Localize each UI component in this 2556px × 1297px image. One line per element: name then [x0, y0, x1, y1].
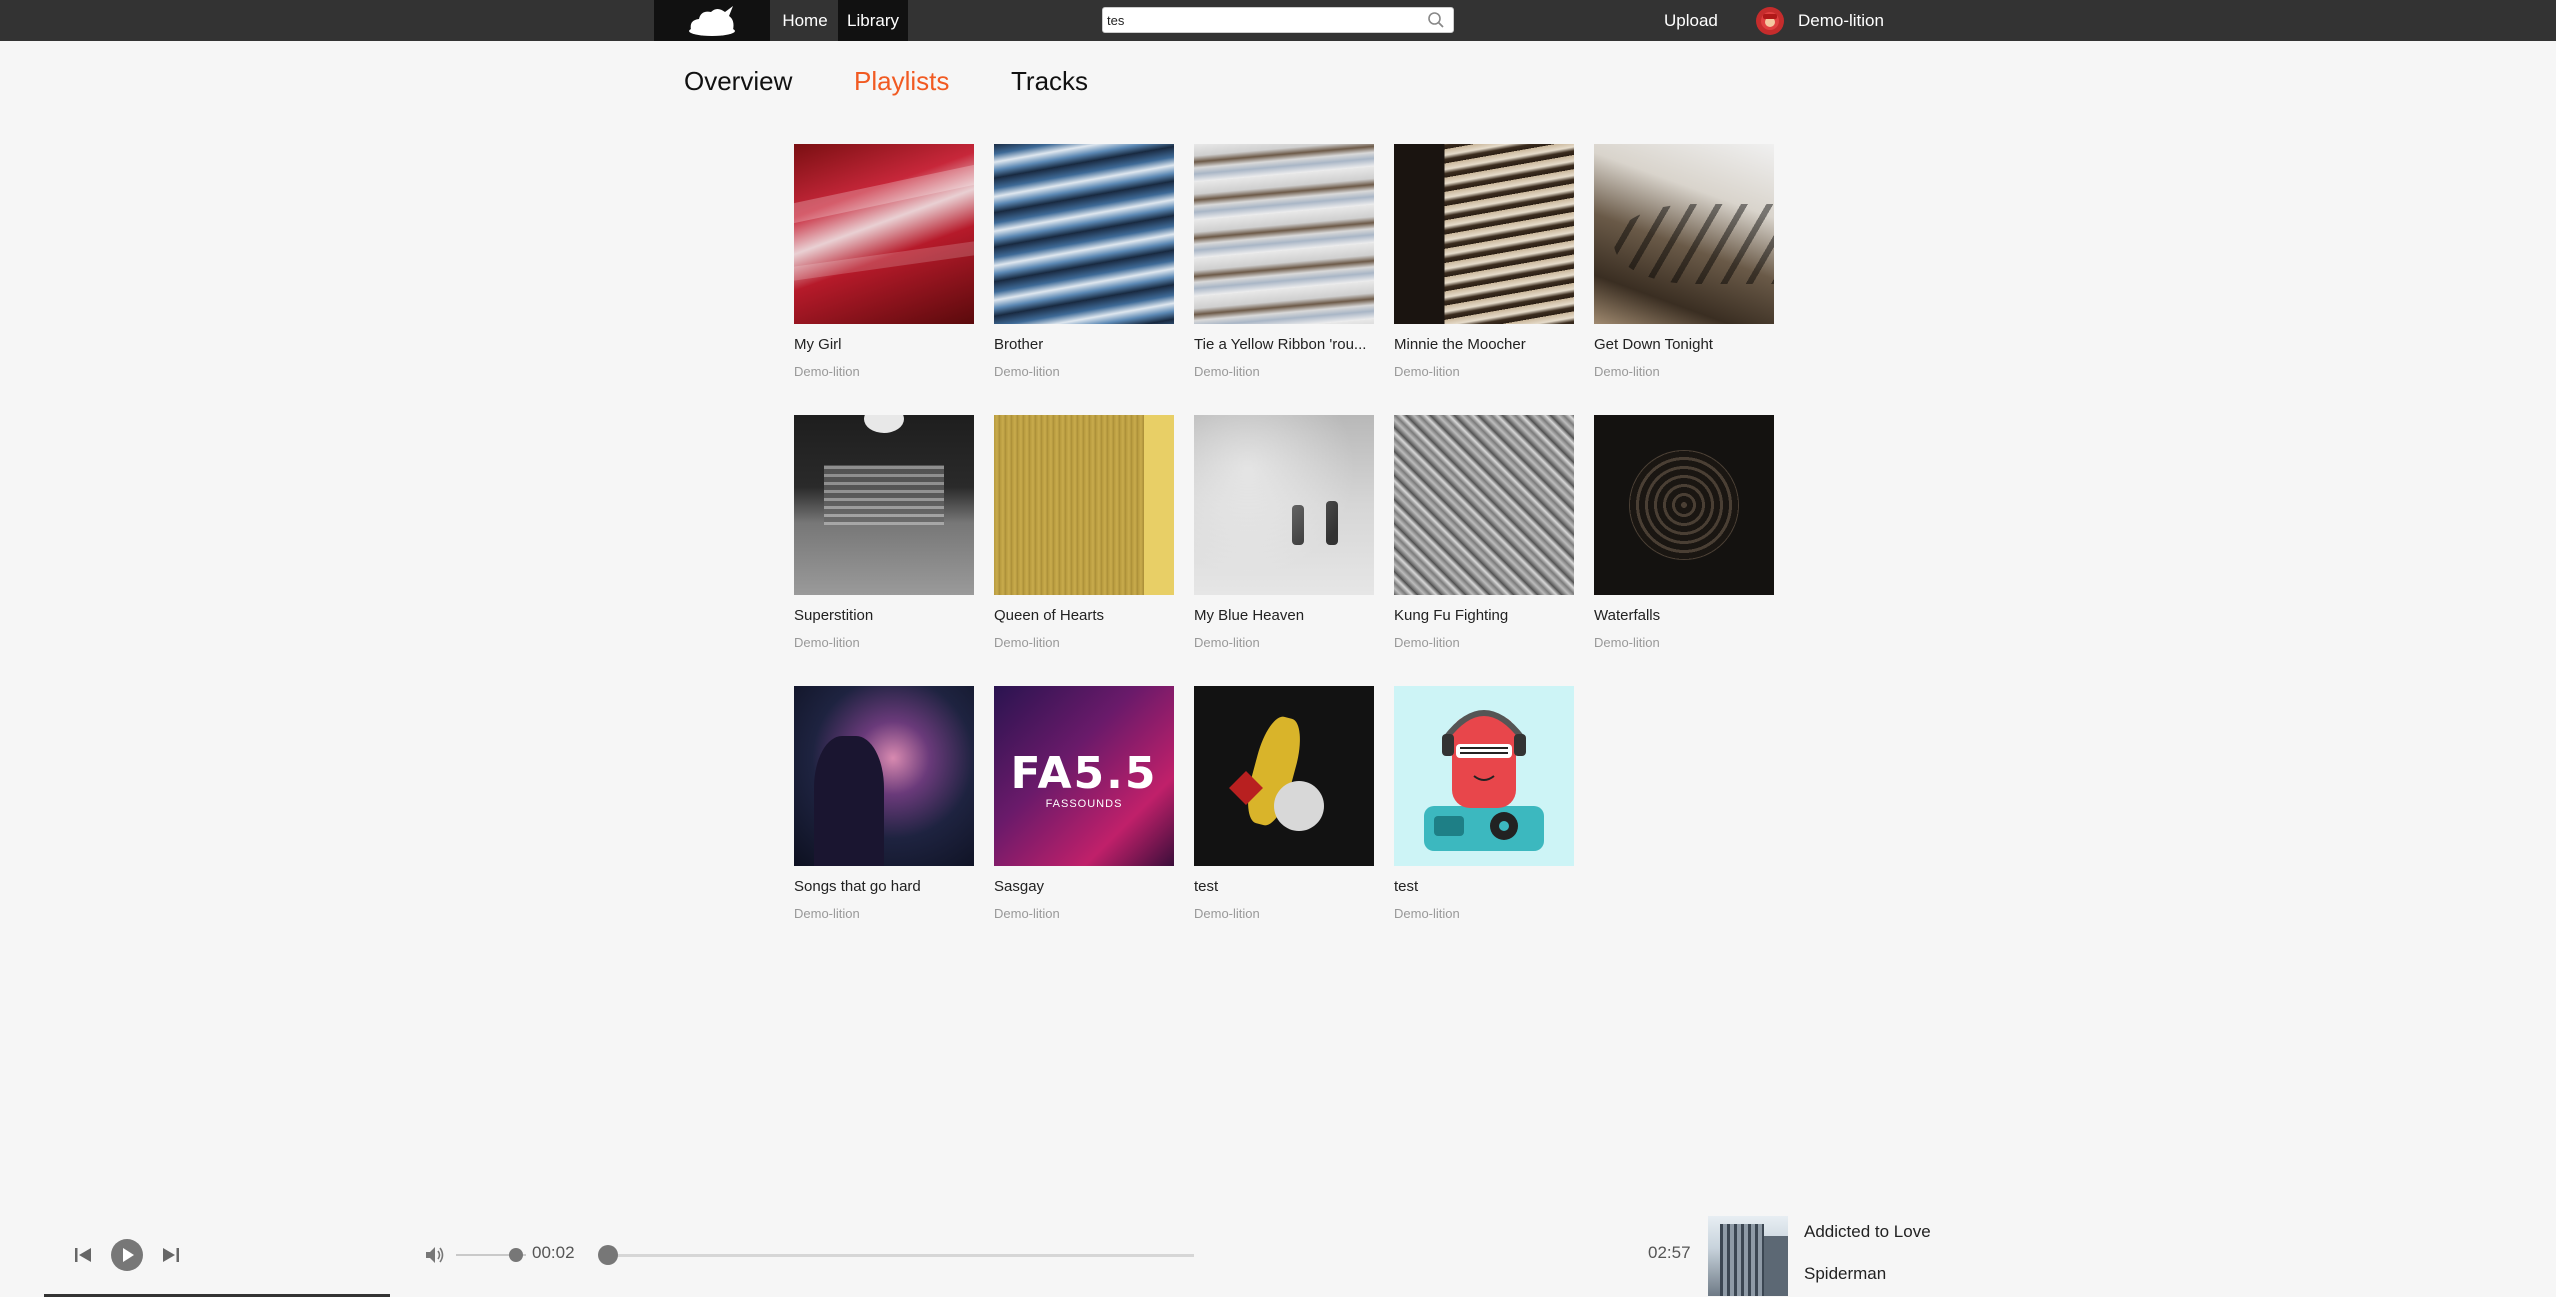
cover-text: FA5.5	[1010, 748, 1158, 799]
nav-home-link[interactable]: Home	[776, 0, 834, 41]
playlist-cover[interactable]	[994, 415, 1174, 595]
playlist-owner[interactable]: Demo-lition	[794, 364, 860, 379]
playlist-owner[interactable]: Demo-lition	[994, 364, 1060, 379]
user-menu[interactable]: Demo-lition	[1756, 0, 1884, 41]
previous-track-icon[interactable]	[72, 1244, 94, 1266]
playlist-title[interactable]: Tie a Yellow Ribbon 'rou...	[1194, 336, 1374, 353]
user-name: Demo-lition	[1798, 10, 1884, 30]
playlist-title[interactable]: Sasgay	[994, 878, 1174, 895]
volume-icon[interactable]	[424, 1244, 446, 1266]
playlist-title[interactable]: My Blue Heaven	[1194, 607, 1374, 624]
playlist-card[interactable]: Minnie the Moocher Demo-lition	[1394, 144, 1574, 379]
search-input[interactable]	[1103, 8, 1421, 32]
playlist-cover[interactable]	[794, 144, 974, 324]
dj-character-illustration	[1424, 710, 1544, 851]
cover-subtext: FASSOUNDS	[1045, 798, 1123, 810]
now-playing-artist[interactable]: Spiderman	[1804, 1264, 1886, 1284]
playlist-owner[interactable]: Demo-lition	[1194, 635, 1260, 650]
playlist-title[interactable]: Songs that go hard	[794, 878, 974, 895]
play-icon[interactable]	[110, 1238, 144, 1272]
tab-overview[interactable]: Overview	[684, 66, 792, 97]
playlist-owner[interactable]: Demo-lition	[1394, 906, 1460, 921]
playlist-owner[interactable]: Demo-lition	[1194, 364, 1260, 379]
playlist-card[interactable]: test Demo-lition	[1394, 686, 1574, 921]
playlist-card[interactable]: Kung Fu Fighting Demo-lition	[1394, 415, 1574, 650]
playlist-card[interactable]: My Girl Demo-lition	[794, 144, 974, 379]
playlist-owner[interactable]: Demo-lition	[794, 635, 860, 650]
search-box	[1102, 7, 1454, 33]
playlist-title[interactable]: Waterfalls	[1594, 607, 1774, 624]
search-icon[interactable]	[1427, 11, 1445, 29]
playlist-owner[interactable]: Demo-lition	[1194, 906, 1260, 921]
upload-link[interactable]: Upload	[1664, 0, 1718, 41]
playlist-cover[interactable]: FA5.5 FASSOUNDS	[994, 686, 1174, 866]
playlist-cover[interactable]	[1394, 144, 1574, 324]
playlist-card[interactable]: Get Down Tonight Demo-lition	[1594, 144, 1774, 379]
playlist-owner[interactable]: Demo-lition	[994, 906, 1060, 921]
avatar-face-icon	[1761, 11, 1779, 30]
playlist-cover[interactable]	[1194, 144, 1374, 324]
playlist-title[interactable]: Minnie the Moocher	[1394, 336, 1574, 353]
playlist-card[interactable]: test Demo-lition	[1194, 686, 1374, 921]
volume-slider-handle[interactable]	[508, 1248, 523, 1262]
playlist-owner[interactable]: Demo-lition	[794, 906, 860, 921]
playlist-title[interactable]: Superstition	[794, 607, 974, 624]
next-track-icon[interactable]	[160, 1244, 182, 1266]
track-duration: 02:57	[1648, 1243, 1691, 1262]
playlist-card[interactable]: FA5.5 FASSOUNDS Sasgay Demo-lition	[994, 686, 1174, 921]
audio-player-bar	[0, 1218, 2556, 1297]
playlist-cover[interactable]	[1194, 686, 1374, 866]
playlist-card[interactable]: Queen of Hearts Demo-lition	[994, 415, 1174, 650]
tab-tracks[interactable]: Tracks	[1011, 66, 1088, 97]
playlist-cover[interactable]	[1194, 415, 1374, 595]
tab-playlists[interactable]: Playlists	[854, 66, 949, 97]
playlist-title[interactable]: Get Down Tonight	[1594, 336, 1774, 353]
top-navigation-bar: Home Library Upload Demo-lition	[0, 0, 2556, 41]
playlist-card[interactable]: Brother Demo-lition	[994, 144, 1174, 379]
playlist-cover[interactable]	[794, 415, 974, 595]
site-logo[interactable]	[654, 0, 770, 41]
playlist-owner[interactable]: Demo-lition	[1394, 635, 1460, 650]
playlist-cover[interactable]	[1594, 415, 1774, 595]
current-time: 00:02	[532, 1243, 575, 1262]
playlist-cover[interactable]	[1394, 415, 1574, 595]
playlist-title[interactable]: test	[1194, 878, 1374, 895]
progress-bar[interactable]	[602, 1254, 1194, 1257]
now-playing-title[interactable]: Addicted to Love	[1804, 1222, 1931, 1242]
playlist-cover[interactable]	[1394, 686, 1574, 866]
playlist-cover[interactable]	[794, 686, 974, 866]
playlist-owner[interactable]: Demo-lition	[1594, 635, 1660, 650]
playlist-title[interactable]: Brother	[994, 336, 1174, 353]
now-playing-cover[interactable]	[1708, 1216, 1788, 1296]
playlist-card[interactable]: Waterfalls Demo-lition	[1594, 415, 1774, 650]
playlist-owner[interactable]: Demo-lition	[994, 635, 1060, 650]
playlist-title[interactable]: Kung Fu Fighting	[1394, 607, 1574, 624]
user-avatar	[1756, 6, 1784, 35]
playlist-owner[interactable]: Demo-lition	[1394, 364, 1460, 379]
nav-library-link[interactable]: Library	[838, 0, 908, 41]
playlist-card[interactable]: Songs that go hard Demo-lition	[794, 686, 974, 921]
playlist-cover[interactable]	[1594, 144, 1774, 324]
progress-bar-handle[interactable]	[597, 1245, 618, 1265]
playlist-title[interactable]: test	[1394, 878, 1574, 895]
playlist-card[interactable]: Superstition Demo-lition	[794, 415, 974, 650]
cloud-logo-icon	[689, 5, 735, 36]
playlist-cover[interactable]	[994, 144, 1174, 324]
playlist-card[interactable]: My Blue Heaven Demo-lition	[1194, 415, 1374, 650]
playlist-owner[interactable]: Demo-lition	[1594, 364, 1660, 379]
playlist-card[interactable]: Tie a Yellow Ribbon 'rou... Demo-lition	[1194, 144, 1374, 379]
playlist-title[interactable]: Queen of Hearts	[994, 607, 1174, 624]
playlist-title[interactable]: My Girl	[794, 336, 974, 353]
